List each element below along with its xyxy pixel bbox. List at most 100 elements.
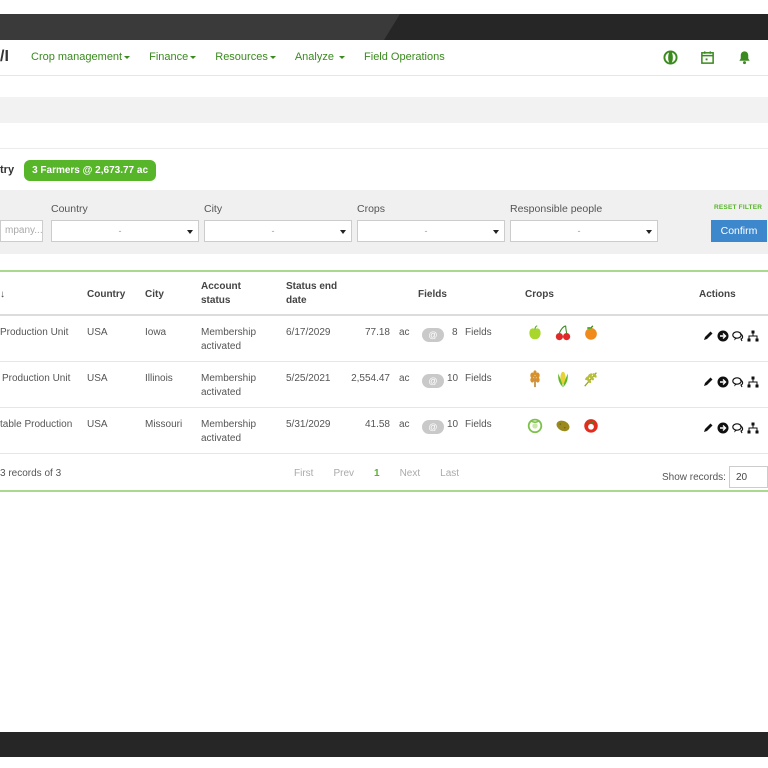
fields-label[interactable]: Fields xyxy=(465,326,492,340)
pager-last[interactable]: Last xyxy=(440,468,459,479)
top-navbar: /I Crop management Finance Resources Ana… xyxy=(0,40,768,76)
company-search-input[interactable]: mpany... xyxy=(0,220,43,242)
arrow-circle-icon[interactable] xyxy=(717,422,729,434)
status-end-date-cell: 5/31/2029 xyxy=(286,419,331,430)
nav-field-operations[interactable]: Field Operations xyxy=(364,51,445,63)
crops-select[interactable]: - xyxy=(357,220,505,242)
calendar-icon[interactable] xyxy=(700,50,715,65)
main-nav: Crop management Finance Resources Analyz… xyxy=(31,51,464,63)
sitemap-icon[interactable] xyxy=(747,376,759,388)
city-cell: Iowa xyxy=(145,327,167,338)
fields-count: 8 xyxy=(452,327,458,338)
city-select[interactable]: - xyxy=(204,220,352,242)
area-cell: 77.18 xyxy=(364,327,390,338)
app-logo[interactable]: /I xyxy=(0,48,9,66)
responsible-filter-label: Responsible people xyxy=(510,203,603,215)
pager-first[interactable]: First xyxy=(294,468,313,479)
caret-down-icon xyxy=(269,55,276,59)
unit-name-cell[interactable]: table Production xyxy=(0,418,72,432)
table-row[interactable]: table Production USA Missouri Membership… xyxy=(0,408,768,454)
city-cell: Missouri xyxy=(145,419,183,430)
unit-name-cell[interactable]: Production Unit xyxy=(2,372,70,386)
edit-icon[interactable] xyxy=(702,422,714,434)
pager-prev[interactable]: Prev xyxy=(333,468,354,479)
bell-icon[interactable] xyxy=(737,50,752,65)
city-column-header[interactable]: City xyxy=(145,288,164,302)
table-row[interactable]: Production Unit USA Iowa Membership acti… xyxy=(0,316,768,362)
corn-icon xyxy=(558,371,568,388)
nav-crop-management[interactable]: Crop management xyxy=(31,51,131,63)
apple-icon xyxy=(529,325,541,340)
status-end-date-column-header[interactable]: Status end date xyxy=(286,280,346,308)
tomato-icon xyxy=(584,419,598,433)
fields-label[interactable]: Fields xyxy=(465,418,492,432)
fields-label[interactable]: Fields xyxy=(465,372,492,386)
nav-icon-group xyxy=(663,50,752,65)
filter-panel: mpany... Country - City - Crops - Respon… xyxy=(0,190,768,254)
at-badge-icon[interactable]: @ xyxy=(422,420,444,434)
divider xyxy=(0,148,768,149)
comments-icon[interactable] xyxy=(732,330,744,342)
sitemap-icon[interactable] xyxy=(747,422,759,434)
status-end-date-cell: 6/17/2029 xyxy=(286,327,331,338)
sitemap-icon[interactable] xyxy=(747,330,759,342)
records-per-page-select[interactable]: 20 xyxy=(729,466,768,488)
at-badge-icon[interactable]: @ xyxy=(422,374,444,388)
crops-column-header[interactable]: Crops xyxy=(525,288,554,302)
dropdown-arrow-icon xyxy=(187,230,193,234)
confirm-button[interactable]: Confirm xyxy=(711,220,767,242)
screen-frame: /I Crop management Finance Resources Ana… xyxy=(0,0,768,768)
area-unit: ac xyxy=(399,373,410,384)
actions-column-header: Actions xyxy=(699,289,736,300)
row-actions xyxy=(702,422,759,434)
fields-column-header[interactable]: Fields xyxy=(418,288,447,302)
edit-icon[interactable] xyxy=(702,330,714,342)
device-bezel-top xyxy=(0,14,768,40)
pager-current-page[interactable]: 1 xyxy=(374,468,380,479)
fields-count: 10 xyxy=(447,373,459,384)
summary-label: try xyxy=(0,164,15,176)
row-actions xyxy=(702,376,759,388)
crop-icons xyxy=(526,370,600,388)
fields-count: 10 xyxy=(447,419,459,430)
nav-analyze[interactable]: Analyze xyxy=(295,51,346,63)
wheat-icon xyxy=(530,370,540,388)
nav-resources[interactable]: Resources xyxy=(215,51,276,63)
city-filter-label: City xyxy=(204,203,223,215)
cabbage-icon xyxy=(527,418,543,434)
row-actions xyxy=(702,330,759,342)
city-cell: Illinois xyxy=(145,373,173,384)
sort-column-header[interactable]: ↓ xyxy=(0,288,5,302)
arrow-circle-icon[interactable] xyxy=(717,376,729,388)
country-column-header[interactable]: Country xyxy=(87,288,125,302)
records-count: 3 records of 3 xyxy=(0,468,62,479)
country-select[interactable]: - xyxy=(51,220,199,242)
comments-icon[interactable] xyxy=(732,376,744,388)
crop-icons xyxy=(526,324,600,342)
globe-icon[interactable] xyxy=(663,50,678,65)
arrow-circle-icon[interactable] xyxy=(717,330,729,342)
reset-filter-link[interactable]: RESET FILTER xyxy=(714,204,762,211)
account-status-column-header[interactable]: Account status xyxy=(201,280,261,308)
pagination: First Prev 1 Next Last xyxy=(294,468,459,479)
farmers-count-badge[interactable]: 3 Farmers @ 2,673.77 ac xyxy=(24,159,157,181)
dropdown-arrow-icon xyxy=(493,230,499,234)
farmers-table: ↓ Country City Account status Status end… xyxy=(0,270,768,492)
pager-next[interactable]: Next xyxy=(400,468,421,479)
unit-name-cell[interactable]: Production Unit xyxy=(0,326,68,340)
potato-icon xyxy=(556,420,570,432)
cherry-icon xyxy=(555,325,571,341)
table-footer: 3 records of 3 First Prev 1 Next Last Sh… xyxy=(0,454,768,490)
at-badge-icon[interactable]: @ xyxy=(422,328,444,342)
nav-finance[interactable]: Finance xyxy=(149,51,197,63)
responsible-select[interactable]: - xyxy=(510,220,658,242)
device-bezel-bottom xyxy=(0,732,768,757)
table-row[interactable]: Production Unit USA Illinois Membership … xyxy=(0,362,768,408)
area-unit: ac xyxy=(399,327,410,338)
show-records-label: Show records: xyxy=(662,472,726,483)
area-cell: 2,554.47 xyxy=(351,373,390,384)
comments-icon[interactable] xyxy=(732,422,744,434)
crop-icons xyxy=(526,416,600,434)
edit-icon[interactable] xyxy=(702,376,714,388)
country-cell: USA xyxy=(87,327,108,338)
